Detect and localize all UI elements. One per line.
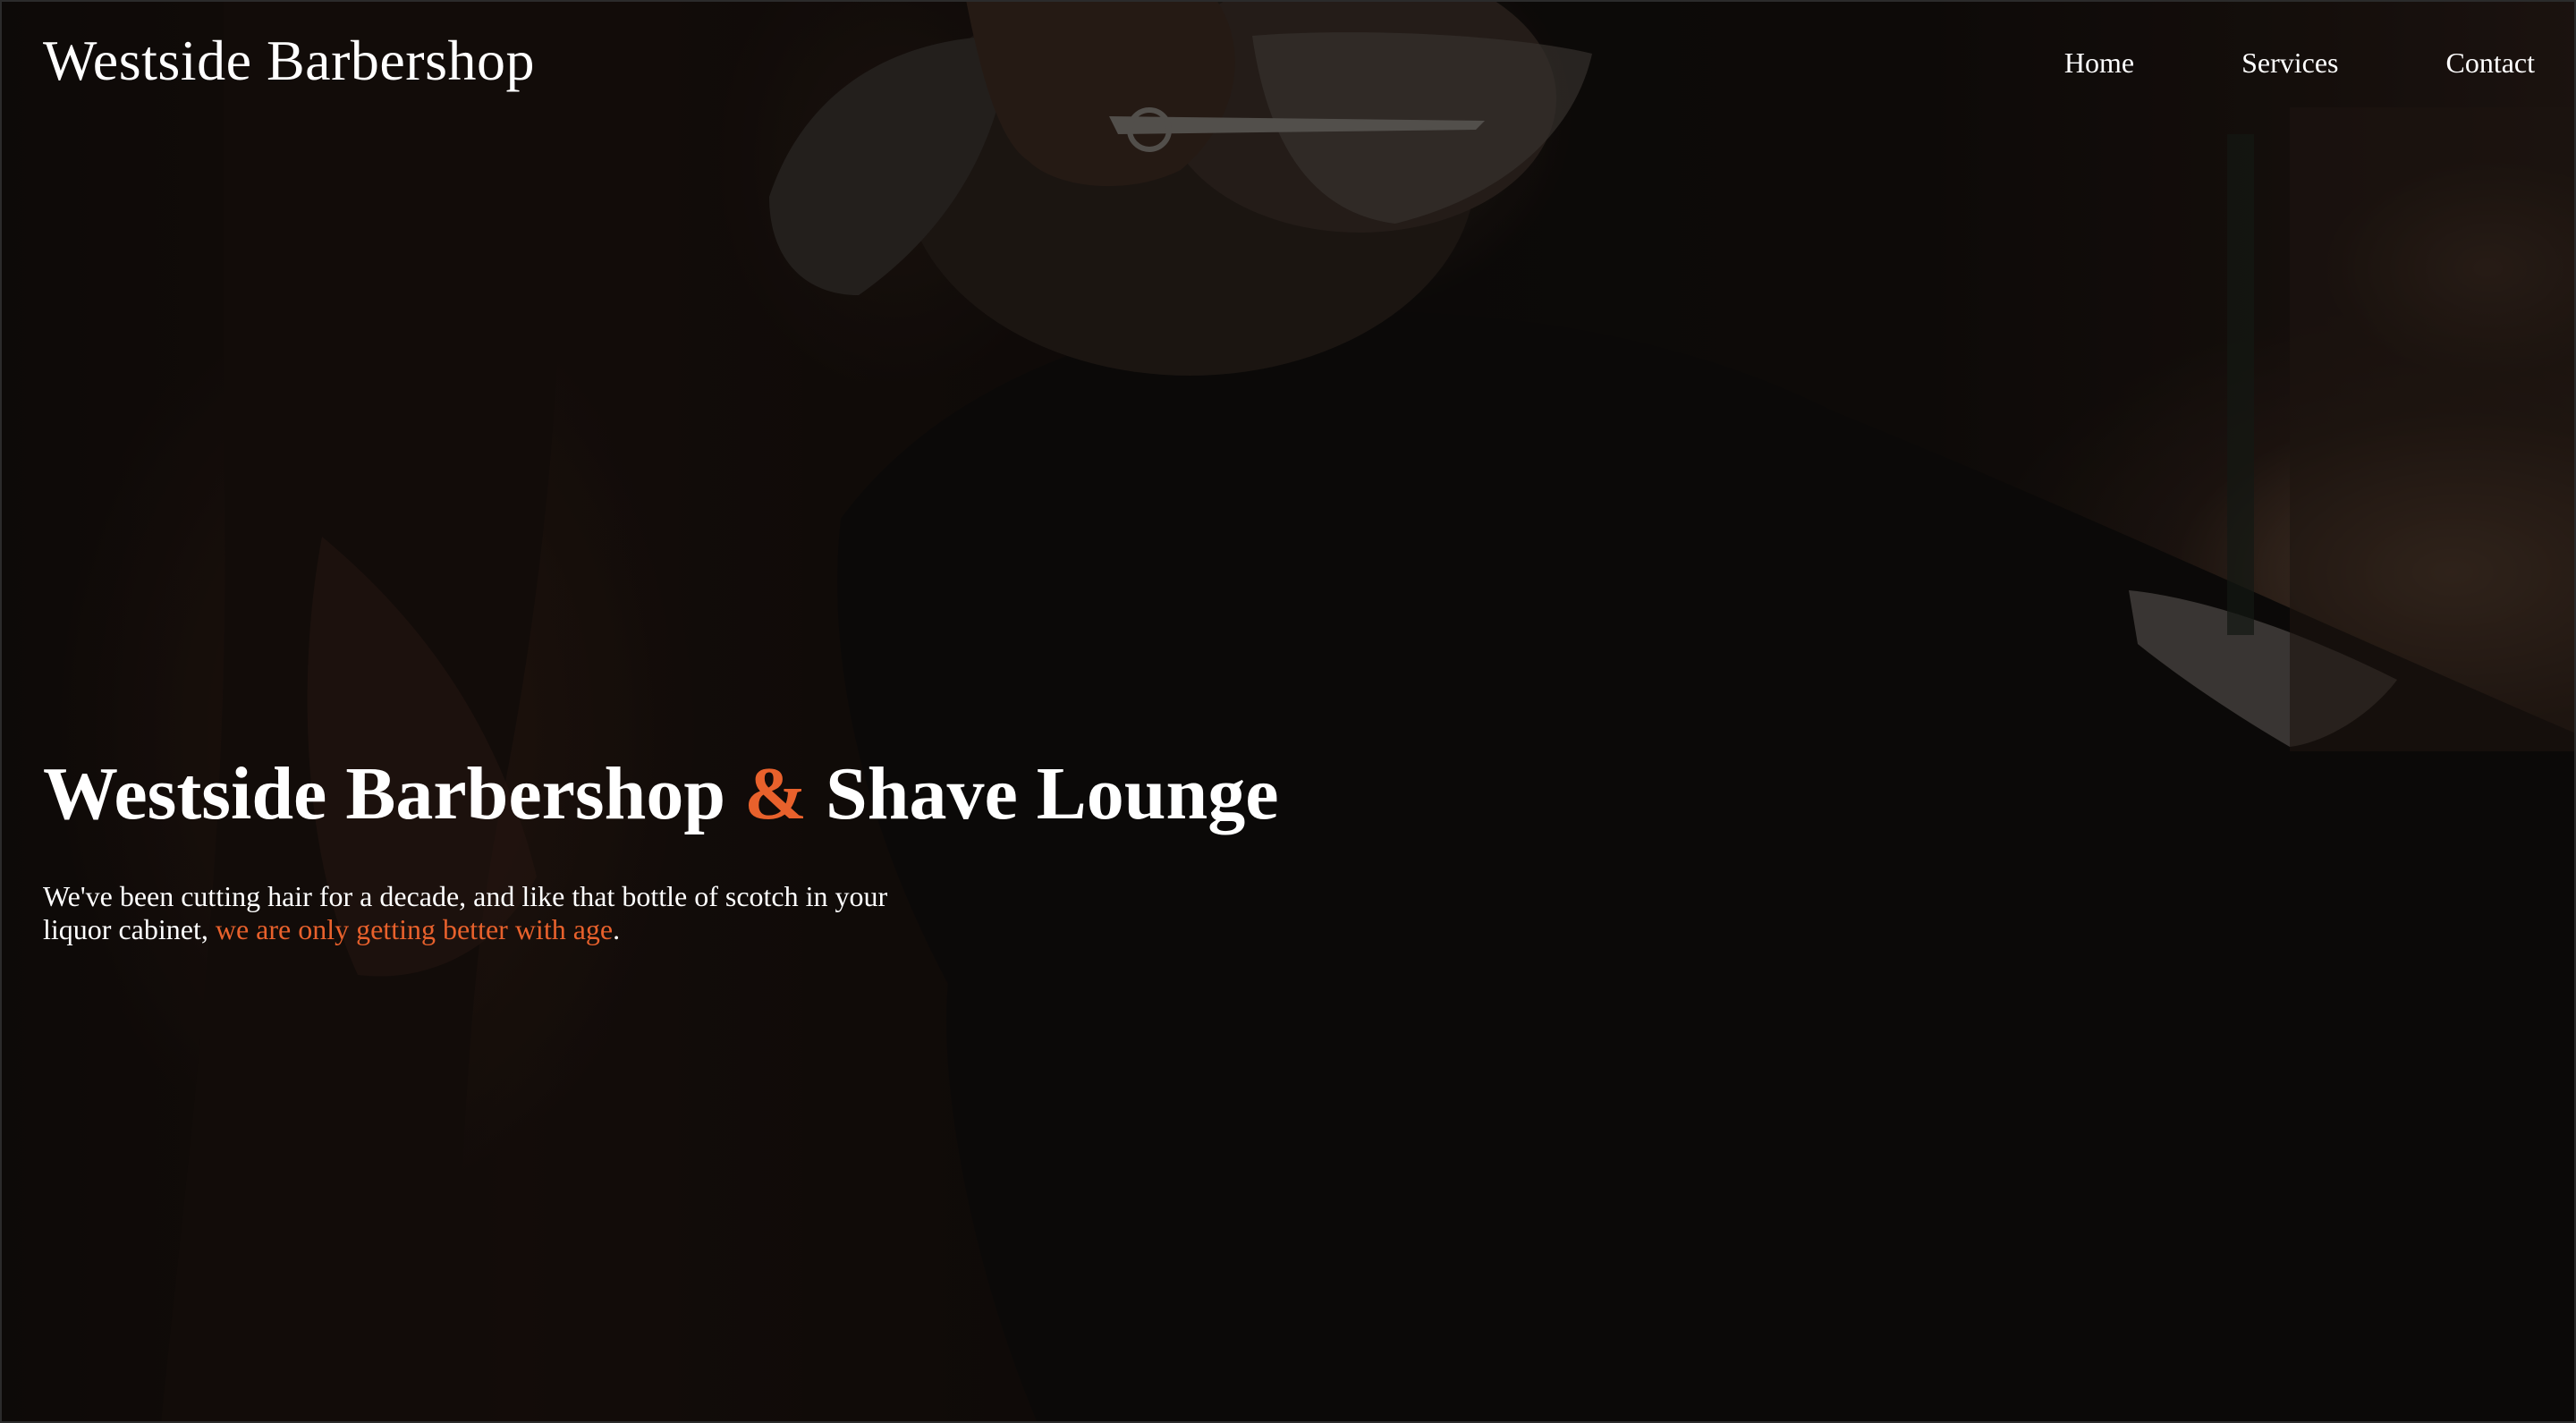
hero-heading-part1: Westside Barbershop <box>43 752 726 835</box>
nav-link-contact[interactable]: Contact <box>2445 43 2535 82</box>
site-title[interactable]: Westside Barbershop <box>43 27 535 95</box>
hero-dark-overlay <box>0 0 2576 1423</box>
hero-heading-part2: Shave Lounge <box>826 752 1279 835</box>
hero-heading-ampersand: & <box>744 752 808 835</box>
hero-text-end: . <box>613 913 621 945</box>
hero-text-highlight: we are only getting better with age <box>215 913 614 945</box>
nav-link-home[interactable]: Home <box>2064 43 2134 82</box>
main-nav: Home Services Contact <box>2064 43 2535 82</box>
hero-description: We've been cutting hair for a decade, an… <box>43 880 937 946</box>
hero-heading: Westside Barbershop & Shave Lounge <box>43 748 1385 841</box>
nav-link-services[interactable]: Services <box>2241 43 2338 82</box>
site-header: Westside Barbershop Home Services Contac… <box>0 0 2576 125</box>
page: Westside Barbershop Home Services Contac… <box>0 0 2576 1423</box>
hero-content: Westside Barbershop & Shave Lounge We've… <box>43 748 1385 946</box>
